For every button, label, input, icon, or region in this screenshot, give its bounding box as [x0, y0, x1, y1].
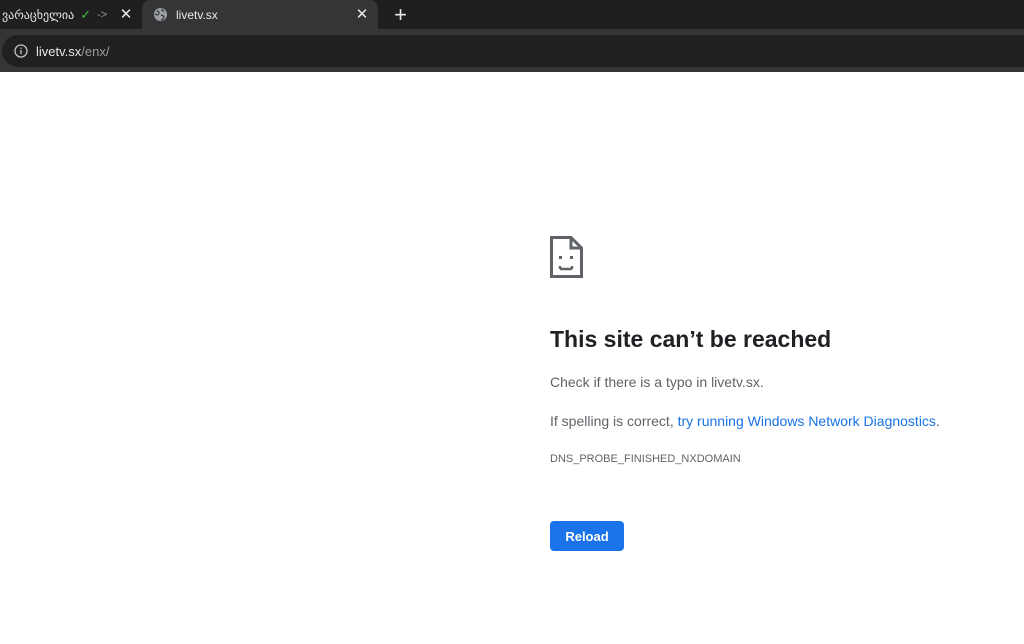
globe-icon — [153, 7, 168, 22]
url-path: /enx/ — [81, 43, 110, 59]
reload-button[interactable]: Reload — [550, 521, 624, 551]
page-content: This site can’t be reached Check if ther… — [0, 72, 1024, 644]
tab-active[interactable]: livetv.sx ✕ — [142, 0, 378, 29]
url-host: livetv.sx — [36, 43, 82, 59]
address-bar[interactable]: livetv.sx/enx/ — [2, 35, 1024, 67]
tab-status-arrow: -> — [97, 8, 108, 21]
page-title: This site can’t be reached — [550, 326, 832, 352]
plus-icon[interactable]: + — [388, 2, 413, 27]
tab-inactive[interactable]: ვარაცხელია ✓ -> ✕ — [0, 0, 140, 29]
check-icon: ✓ — [80, 6, 92, 22]
tab-title: livetv.sx — [176, 7, 218, 22]
error-code: DNS_PROBE_FINISHED_NXDOMAIN — [550, 453, 741, 465]
diagnostics-suffix: . — [935, 413, 940, 429]
typo-hint: Check if there is a typo in livetv.sx. — [550, 374, 764, 390]
tab-title: ვარაცხელია — [2, 7, 75, 22]
close-icon[interactable]: ✕ — [354, 6, 370, 22]
diagnostics-link[interactable]: try running Windows Network Diagnostics — [678, 413, 936, 429]
info-icon[interactable] — [14, 44, 28, 58]
tab-strip: ვარაცხელია ✓ -> ✕ livetv.sx ✕ + — [0, 0, 1024, 29]
url-text[interactable]: livetv.sx/enx/ — [36, 44, 109, 59]
diagnostics-prefix: If spelling is correct, — [550, 413, 678, 429]
close-icon[interactable]: ✕ — [118, 6, 134, 22]
sad-page-icon — [550, 236, 583, 278]
toolbar: livetv.sx/enx/ — [0, 29, 1024, 72]
diagnostics-hint: If spelling is correct, try running Wind… — [550, 413, 940, 429]
